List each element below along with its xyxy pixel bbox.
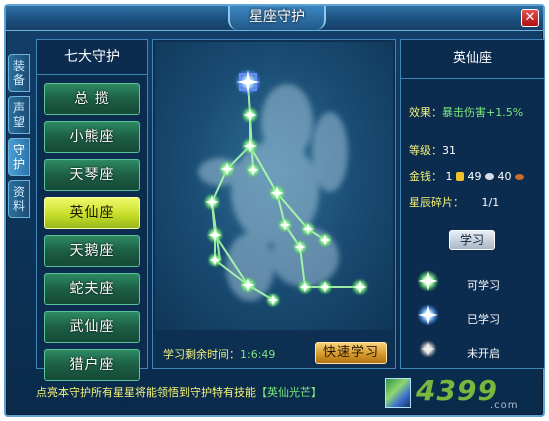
fast-learn-button[interactable]: 快速学习 [315,342,387,364]
effect-label: 效果： [409,106,442,119]
guardian-list-title: 七大守护 [37,40,147,75]
money-gold-value: 1 [445,170,453,183]
star-learned[interactable] [234,68,262,96]
learn-timer: 学习剩余时间：1:6:49 [163,346,275,362]
star-learnable[interactable] [241,137,259,155]
legend-locked-label: 未开启 [467,347,500,360]
guardian-menu: 总 揽 小熊座 天琴座 英仙座 天鹅座 蛇夫座 武仙座 猎户座 [37,75,147,381]
guardian-list-panel: 七大守护 总 揽 小熊座 天琴座 英仙座 天鹅座 蛇夫座 武仙座 猎户座 [36,39,148,381]
tab-reputation-char-2: 望 [12,115,25,129]
money-label: 金钱： [409,170,442,183]
star-learnable[interactable] [277,217,293,233]
star-learnable[interactable] [292,239,308,255]
star-learnable[interactable] [297,279,313,295]
watermark-text: 4399 [416,374,498,407]
footer-hint-text: 点亮本守护所有星星将能领悟到守护特有技能 [36,386,256,399]
tab-reputation-char-1: 声 [12,101,25,115]
star-learnable[interactable] [245,162,261,178]
legend-locked: 未开启 [415,340,537,362]
level-label: 等级： [409,144,442,157]
menu-overview-button[interactable]: 总 揽 [44,83,140,115]
tab-equipment[interactable]: 装 备 [8,54,30,92]
effect-value: 暴击伤害+1.5% [442,106,524,119]
tab-guardian-char-2: 护 [12,157,25,171]
shard-row: 星辰碎片： 1/1 [409,194,499,210]
menu-ursa-minor-button[interactable]: 小熊座 [44,121,140,153]
gold-coin-icon [456,172,464,181]
tab-equipment-char-2: 备 [12,73,25,87]
legend-learned: 已学习 [415,304,537,328]
star-learnable[interactable] [317,232,333,248]
window-title: 星座守护 [228,6,326,30]
star-learnable[interactable] [218,160,236,178]
constellation-detail-panel: 英仙座 效果：暴击伤害+1.5% 等级：31 金钱： 1 49 40 星辰碎片：… [400,39,545,369]
level-row: 等级：31 [409,142,456,158]
menu-orion-button[interactable]: 猎户座 [44,349,140,381]
constellation-panel: 学习剩余时间：1:6:49 快速学习 [152,39,396,369]
side-tab-bar: 装 备 声 望 守 护 资 料 [8,54,30,222]
blue-star-icon [417,304,439,326]
money-copper-value: 40 [497,170,512,183]
perseus-star-map [155,42,393,330]
star-learnable[interactable] [351,278,369,296]
skill-icon[interactable] [385,378,411,408]
learn-button[interactable]: 学习 [449,230,495,250]
learn-timer-label: 学习剩余时间： [163,348,240,361]
close-button[interactable]: ✕ [521,9,539,27]
money-silver-value: 49 [467,170,482,183]
menu-ophiuchus-button[interactable]: 蛇夫座 [44,273,140,305]
legend-learned-label: 已学习 [467,313,500,326]
tab-profile[interactable]: 资 料 [8,180,30,218]
shard-label: 星辰碎片： [409,196,464,209]
learn-timer-value: 1:6:49 [240,348,276,361]
footer-hint: 点亮本守护所有星星将能领悟到守护特有技能【英仙光芒】 [36,384,322,400]
tab-profile-char-2: 料 [12,199,25,213]
grey-star-icon [419,340,437,358]
silver-coin-icon [485,173,494,180]
constellation-diagram [198,68,369,308]
title-bar: 星座守护 ✕ [6,6,543,31]
star-learnable[interactable] [241,106,259,124]
star-learnable[interactable] [203,193,221,211]
site-watermark: 4399 .com [416,374,536,414]
green-star-icon [417,270,439,292]
menu-lyra-button[interactable]: 天琴座 [44,159,140,191]
level-value: 31 [442,144,456,157]
star-learnable[interactable] [317,279,333,295]
tab-guardian[interactable]: 守 护 [8,138,30,176]
copper-coin-icon [515,174,524,180]
detail-title: 英仙座 [401,40,544,79]
money-row: 金钱： 1 49 40 [409,168,524,184]
constellation-guardian-window: 星座守护 ✕ 装 备 声 望 守 护 资 料 七大守护 总 揽 小熊座 天琴座 … [4,4,545,417]
star-learnable[interactable] [268,184,286,202]
star-learnable[interactable] [239,276,257,294]
menu-perseus-button[interactable]: 英仙座 [44,197,140,229]
tab-equipment-char-1: 装 [12,59,25,73]
legend-learnable: 可学习 [415,270,537,294]
menu-hercules-button[interactable]: 武仙座 [44,311,140,343]
footer-skill-name: 【英仙光芒】 [256,386,322,399]
star-learnable[interactable] [265,292,281,308]
menu-cygnus-button[interactable]: 天鹅座 [44,235,140,267]
tab-reputation[interactable]: 声 望 [8,96,30,134]
watermark-domain: .com [490,400,519,411]
star-learnable[interactable] [300,221,316,237]
star-learnable[interactable] [207,252,223,268]
tab-guardian-char-1: 守 [12,143,25,157]
star-learnable[interactable] [206,226,224,244]
effect-row: 效果：暴击伤害+1.5% [409,104,523,120]
shard-value: 1/1 [481,196,500,209]
tab-profile-char-1: 资 [12,185,25,199]
legend-learnable-label: 可学习 [467,279,500,292]
